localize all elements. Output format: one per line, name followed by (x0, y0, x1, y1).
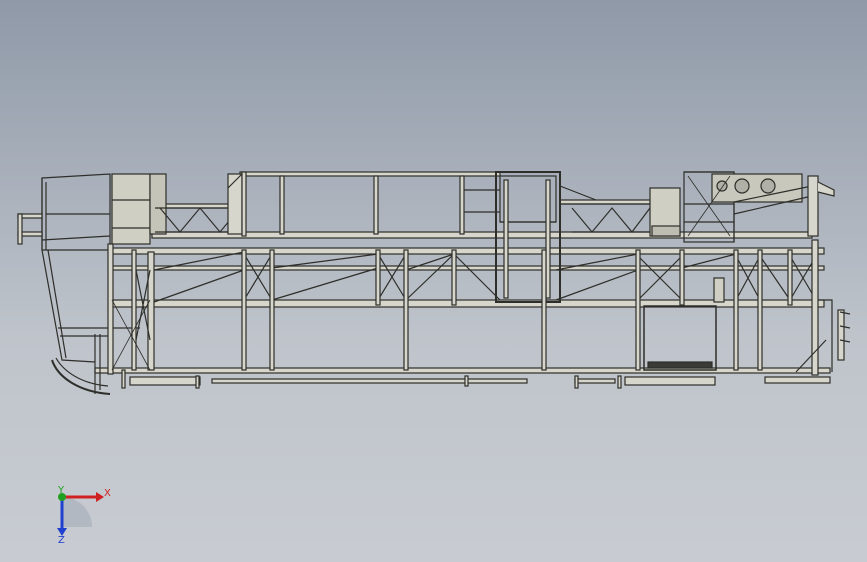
front-cabinet (111, 173, 167, 245)
x-axis-label: X (104, 488, 111, 499)
z-axis-label: Z (58, 535, 65, 546)
frame-model: X Y Z (0, 0, 867, 562)
3d-viewport[interactable]: X Y Z (0, 0, 867, 562)
y-axis-label: Y (57, 485, 65, 496)
